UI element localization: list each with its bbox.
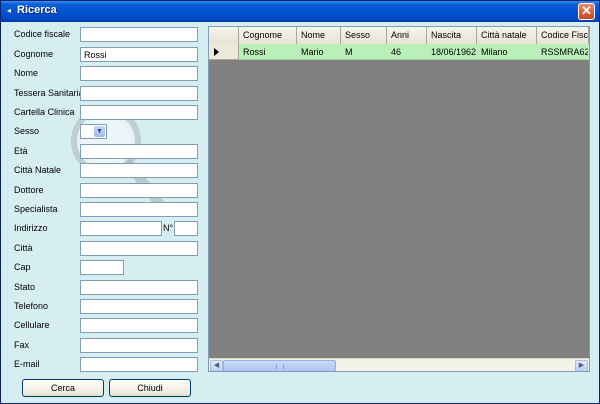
house-number-input[interactable] — [174, 221, 198, 236]
field-input[interactable] — [80, 27, 198, 42]
form-row: E-mail — [1, 357, 201, 373]
table-row[interactable]: RossiMarioM4618/06/1962MilanoRSSMRA62H18… — [209, 44, 589, 60]
field-label: Specialista — [14, 204, 58, 214]
row-indicator-icon — [214, 48, 219, 56]
field-label: Fax — [14, 340, 30, 350]
field-label: Cap — [14, 262, 31, 272]
field-input[interactable] — [80, 318, 198, 333]
window-title: Ricerca — [17, 4, 57, 16]
chevron-down-icon[interactable]: ▼ — [94, 126, 105, 137]
grid-corner-cell — [209, 27, 239, 44]
field-label: Età — [14, 146, 28, 156]
field-input[interactable] — [80, 357, 198, 372]
field-input[interactable] — [80, 183, 198, 198]
grip-icon — [276, 364, 284, 369]
results-grid[interactable]: Cognome Nome Sesso Anni Nascita Città natale C… — [208, 26, 590, 372]
field-input[interactable]: Rossi — [80, 47, 198, 62]
grid-header: Cognome Nome Sesso Anni Nascita Città natale C… — [209, 27, 589, 44]
form-row: Fax — [1, 338, 201, 354]
field-label: Città Natale — [14, 165, 62, 175]
form-row: Indirizzo N° — [1, 221, 201, 237]
table-cell[interactable]: 18/06/1962 — [427, 44, 477, 60]
column-header[interactable]: Città natale — [477, 27, 537, 44]
column-header[interactable]: Codice Fiscale — [537, 27, 589, 44]
form-row: Cap — [1, 260, 201, 276]
field-label: Tessera Sanitaria — [14, 88, 84, 98]
form-row: Città Natale — [1, 163, 201, 179]
table-cell[interactable]: RSSMRA62H18F205X — [537, 44, 589, 60]
field-label: Dottore — [14, 185, 44, 195]
form-row: Cartella Clinica — [1, 105, 201, 121]
house-number-label: N° — [163, 223, 174, 233]
row-selector[interactable] — [209, 44, 239, 60]
form-row: Sesso ▼ — [1, 124, 201, 140]
close-button[interactable]: Chiudi — [109, 379, 191, 397]
field-label: Cartella Clinica — [14, 107, 75, 117]
field-input[interactable] — [80, 260, 124, 275]
table-cell[interactable]: Mario — [297, 44, 341, 60]
form-row: Città — [1, 241, 201, 257]
field-label: Cellulare — [14, 320, 50, 330]
search-window: ◂ Ricerca ✕ Codice fiscale Cognome Rossi No… — [0, 0, 600, 404]
field-input[interactable] — [80, 202, 198, 217]
form-row: Età — [1, 144, 201, 160]
table-cell[interactable]: M — [341, 44, 387, 60]
field-input[interactable] — [80, 144, 198, 159]
title-bar[interactable]: ◂ Ricerca ✕ — [1, 1, 599, 22]
form-row: Nome — [1, 66, 201, 82]
field-input[interactable] — [80, 338, 198, 353]
field-label: Stato — [14, 282, 36, 292]
column-header[interactable]: Nome — [297, 27, 341, 44]
field-input[interactable] — [80, 241, 198, 256]
field-label: Telefono — [14, 301, 49, 311]
field-input[interactable] — [80, 163, 198, 178]
field-input[interactable] — [80, 299, 198, 314]
field-label: Cognome — [14, 49, 54, 59]
field-label: Nome — [14, 68, 39, 78]
form-row: Dottore — [1, 183, 201, 199]
scroll-thumb[interactable] — [223, 360, 336, 371]
gender-select[interactable]: ▼ — [80, 124, 107, 139]
field-label: Città — [14, 243, 33, 253]
field-label: Codice fiscale — [14, 29, 71, 39]
window-icon: ◂ — [7, 6, 12, 15]
form-row: Cognome Rossi — [1, 47, 201, 63]
column-header[interactable]: Anni — [387, 27, 427, 44]
table-cell[interactable]: Milano — [477, 44, 537, 60]
form-row: Tessera Sanitaria — [1, 86, 201, 102]
form-row: Cellulare — [1, 318, 201, 334]
table-cell[interactable]: Rossi — [239, 44, 297, 60]
arrow-left-icon[interactable]: ◀ — [210, 360, 223, 371]
column-header[interactable]: Nascita — [427, 27, 477, 44]
search-button[interactable]: Cerca — [22, 379, 104, 397]
field-input[interactable] — [80, 86, 198, 101]
close-icon: ✕ — [581, 3, 592, 18]
field-label: E-mail — [14, 359, 40, 369]
form-row: Specialista — [1, 202, 201, 218]
form-row: Codice fiscale — [1, 27, 201, 43]
field-input[interactable] — [80, 105, 198, 120]
table-cell[interactable]: 46 — [387, 44, 427, 60]
column-header[interactable]: Cognome — [239, 27, 297, 44]
column-header[interactable]: Sesso — [341, 27, 387, 44]
form-row: Telefono — [1, 299, 201, 315]
close-window-button[interactable]: ✕ — [578, 3, 595, 20]
field-input[interactable] — [80, 66, 198, 81]
form-row: Stato — [1, 280, 201, 296]
field-label: Indirizzo — [14, 223, 48, 233]
horizontal-scrollbar[interactable]: ◀ ▶ — [209, 358, 589, 371]
field-input[interactable] — [80, 280, 198, 295]
arrow-right-icon[interactable]: ▶ — [575, 360, 588, 371]
field-input[interactable] — [80, 221, 162, 236]
field-label: Sesso — [14, 126, 40, 136]
